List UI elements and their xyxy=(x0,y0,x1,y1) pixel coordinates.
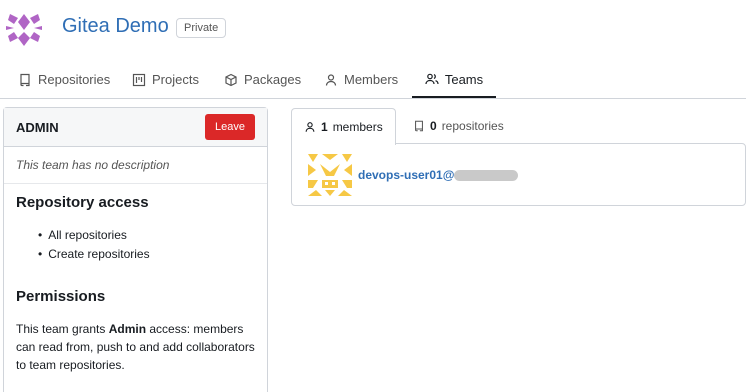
tab-packages[interactable]: Packages xyxy=(224,62,301,97)
org-tabs: Repositories Projects Packages Members T… xyxy=(0,62,746,99)
team-header: ADMIN Leave xyxy=(4,108,267,147)
tab-label: Projects xyxy=(152,72,199,87)
visibility-badge: Private xyxy=(176,18,227,38)
avatar[interactable] xyxy=(308,154,352,196)
team-info-card: ADMIN Leave This team has no description… xyxy=(3,107,268,392)
project-icon xyxy=(132,73,146,86)
team-name: ADMIN xyxy=(16,120,59,135)
tab-members[interactable]: Members xyxy=(324,62,398,97)
permission-level: Admin xyxy=(108,322,147,336)
repo-access-title: Repository access xyxy=(16,194,149,211)
list-item: All repositories xyxy=(38,226,150,245)
tab-label: Teams xyxy=(444,71,484,87)
members-label: members xyxy=(332,120,383,134)
repos-count: 0 xyxy=(430,119,437,133)
team-content-tabs: 1 members 0 repositories xyxy=(291,108,746,145)
org-logo-icon[interactable] xyxy=(4,8,44,48)
tab-projects[interactable]: Projects xyxy=(132,62,199,97)
members-count: 1 xyxy=(321,120,328,134)
tab-team-repositories[interactable]: 0 repositories xyxy=(413,108,504,144)
repo-icon xyxy=(415,120,423,132)
tab-label: Repositories xyxy=(38,72,111,87)
tab-team-members[interactable]: 1 members xyxy=(291,108,396,145)
team-description: This team has no description xyxy=(4,147,267,184)
repo-access-list: All repositories Create repositories xyxy=(38,226,150,264)
org-title[interactable]: Gitea Demo xyxy=(62,15,169,38)
people-icon xyxy=(425,73,439,85)
org-header: Gitea Demo Private xyxy=(0,0,750,60)
tab-label: Members xyxy=(344,72,399,87)
package-icon xyxy=(225,73,237,86)
permissions-title: Permissions xyxy=(16,288,106,305)
person-icon xyxy=(305,122,315,132)
redacted-text xyxy=(454,170,518,181)
list-item: Create repositories xyxy=(38,245,149,264)
repos-label: repositories xyxy=(441,119,504,133)
leave-button[interactable]: Leave xyxy=(205,114,255,140)
person-icon xyxy=(325,73,337,86)
tab-label: Packages xyxy=(244,72,302,87)
repo-icon xyxy=(20,73,30,86)
member-name-link[interactable]: devops-user01@ xyxy=(358,168,454,182)
permissions-text: This team grants Admin access: members c… xyxy=(16,320,256,374)
members-list: devops-user01@ xyxy=(291,143,746,206)
tab-teams[interactable]: Teams xyxy=(412,62,496,98)
tab-repositories[interactable]: Repositories xyxy=(18,62,110,97)
permissions-text-pre: This team grants xyxy=(16,322,109,336)
